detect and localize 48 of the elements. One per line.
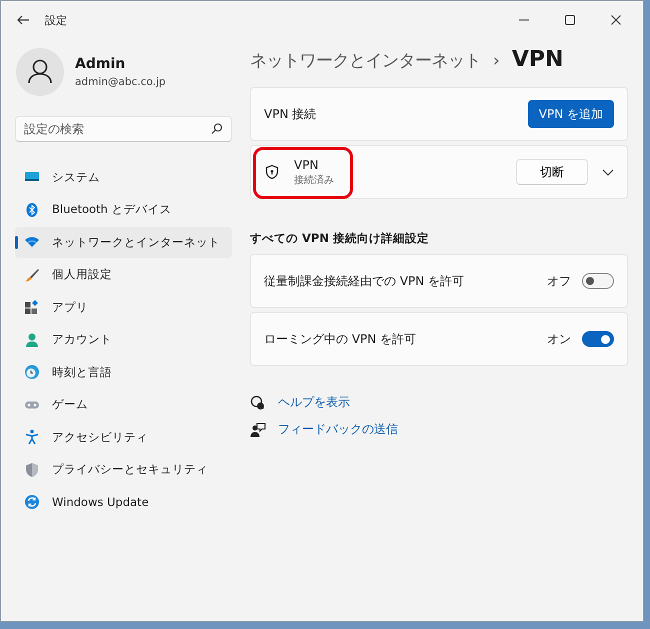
window-title: 設定 bbox=[45, 12, 67, 28]
sidebar-item[interactable]: プライバシーとセキュリティ bbox=[15, 454, 232, 485]
close-icon[interactable] bbox=[611, 15, 621, 25]
breadcrumb-link[interactable]: ネットワークとインターネット bbox=[250, 49, 481, 72]
vpn-status: 接続済み bbox=[294, 174, 334, 186]
sidebar-item[interactable]: ゲーム bbox=[15, 390, 232, 420]
toggle-switch[interactable] bbox=[582, 331, 614, 347]
shield-icon bbox=[24, 462, 40, 478]
sidebar-item[interactable]: アクセシビリティ bbox=[15, 422, 232, 452]
person-icon bbox=[24, 332, 40, 348]
disconnect-button[interactable]: 切断 bbox=[516, 159, 588, 185]
avatar-icon bbox=[16, 48, 64, 96]
maximize-icon[interactable] bbox=[565, 15, 575, 25]
help-link[interactable]: ヘルプを表示 bbox=[278, 394, 350, 411]
profile-email: admin@abc.co.jp bbox=[75, 76, 166, 88]
toggle-state: オン bbox=[547, 330, 571, 348]
sync-icon bbox=[24, 494, 40, 510]
setting-label: 従量制課金接続経由での VPN を許可 bbox=[264, 272, 466, 290]
profile-name: Admin bbox=[75, 56, 126, 72]
back-arrow-icon[interactable] bbox=[16, 14, 30, 26]
page-title: VPN bbox=[512, 47, 564, 72]
sidebar-item[interactable]: Bluetooth とデバイス bbox=[15, 194, 232, 225]
breadcrumb-separator: › bbox=[493, 51, 500, 71]
sidebar-item[interactable]: アカウント bbox=[15, 324, 232, 355]
feedback-icon bbox=[250, 422, 266, 438]
sidebar-item[interactable]: Windows Update bbox=[15, 487, 232, 518]
apps-icon bbox=[24, 299, 40, 316]
toggle-switch[interactable] bbox=[582, 273, 614, 289]
sidebar-item[interactable]: ネットワークとインターネット bbox=[15, 227, 232, 258]
accessibility-icon bbox=[24, 429, 40, 446]
vpn-name: VPN bbox=[294, 158, 320, 172]
brush-icon bbox=[24, 266, 40, 283]
help-link[interactable]: フィードバックの送信 bbox=[278, 421, 398, 438]
search-field[interactable]: 設定の検索 bbox=[15, 116, 232, 142]
add-vpn-button[interactable]: VPN を追加 bbox=[528, 100, 614, 128]
section-heading: すべての VPN 接続向け詳細設定 bbox=[250, 231, 430, 246]
search-icon bbox=[211, 123, 222, 134]
globe-clock-icon bbox=[24, 364, 40, 380]
sidebar-item[interactable]: システム bbox=[15, 162, 232, 192]
setting-label: VPN 接続 bbox=[264, 106, 318, 122]
toggle-state: オフ bbox=[547, 272, 571, 290]
chevron-down-icon[interactable] bbox=[602, 168, 614, 176]
bluetooth-icon bbox=[24, 202, 40, 218]
sidebar-item[interactable]: 個人用設定 bbox=[15, 260, 232, 290]
shield-lock-icon bbox=[264, 164, 280, 180]
sidebar-item[interactable]: 時刻と言語 bbox=[15, 357, 232, 388]
sidebar-item[interactable]: アプリ bbox=[15, 292, 232, 322]
setting-label: ローミング中の VPN を許可 bbox=[264, 330, 418, 348]
